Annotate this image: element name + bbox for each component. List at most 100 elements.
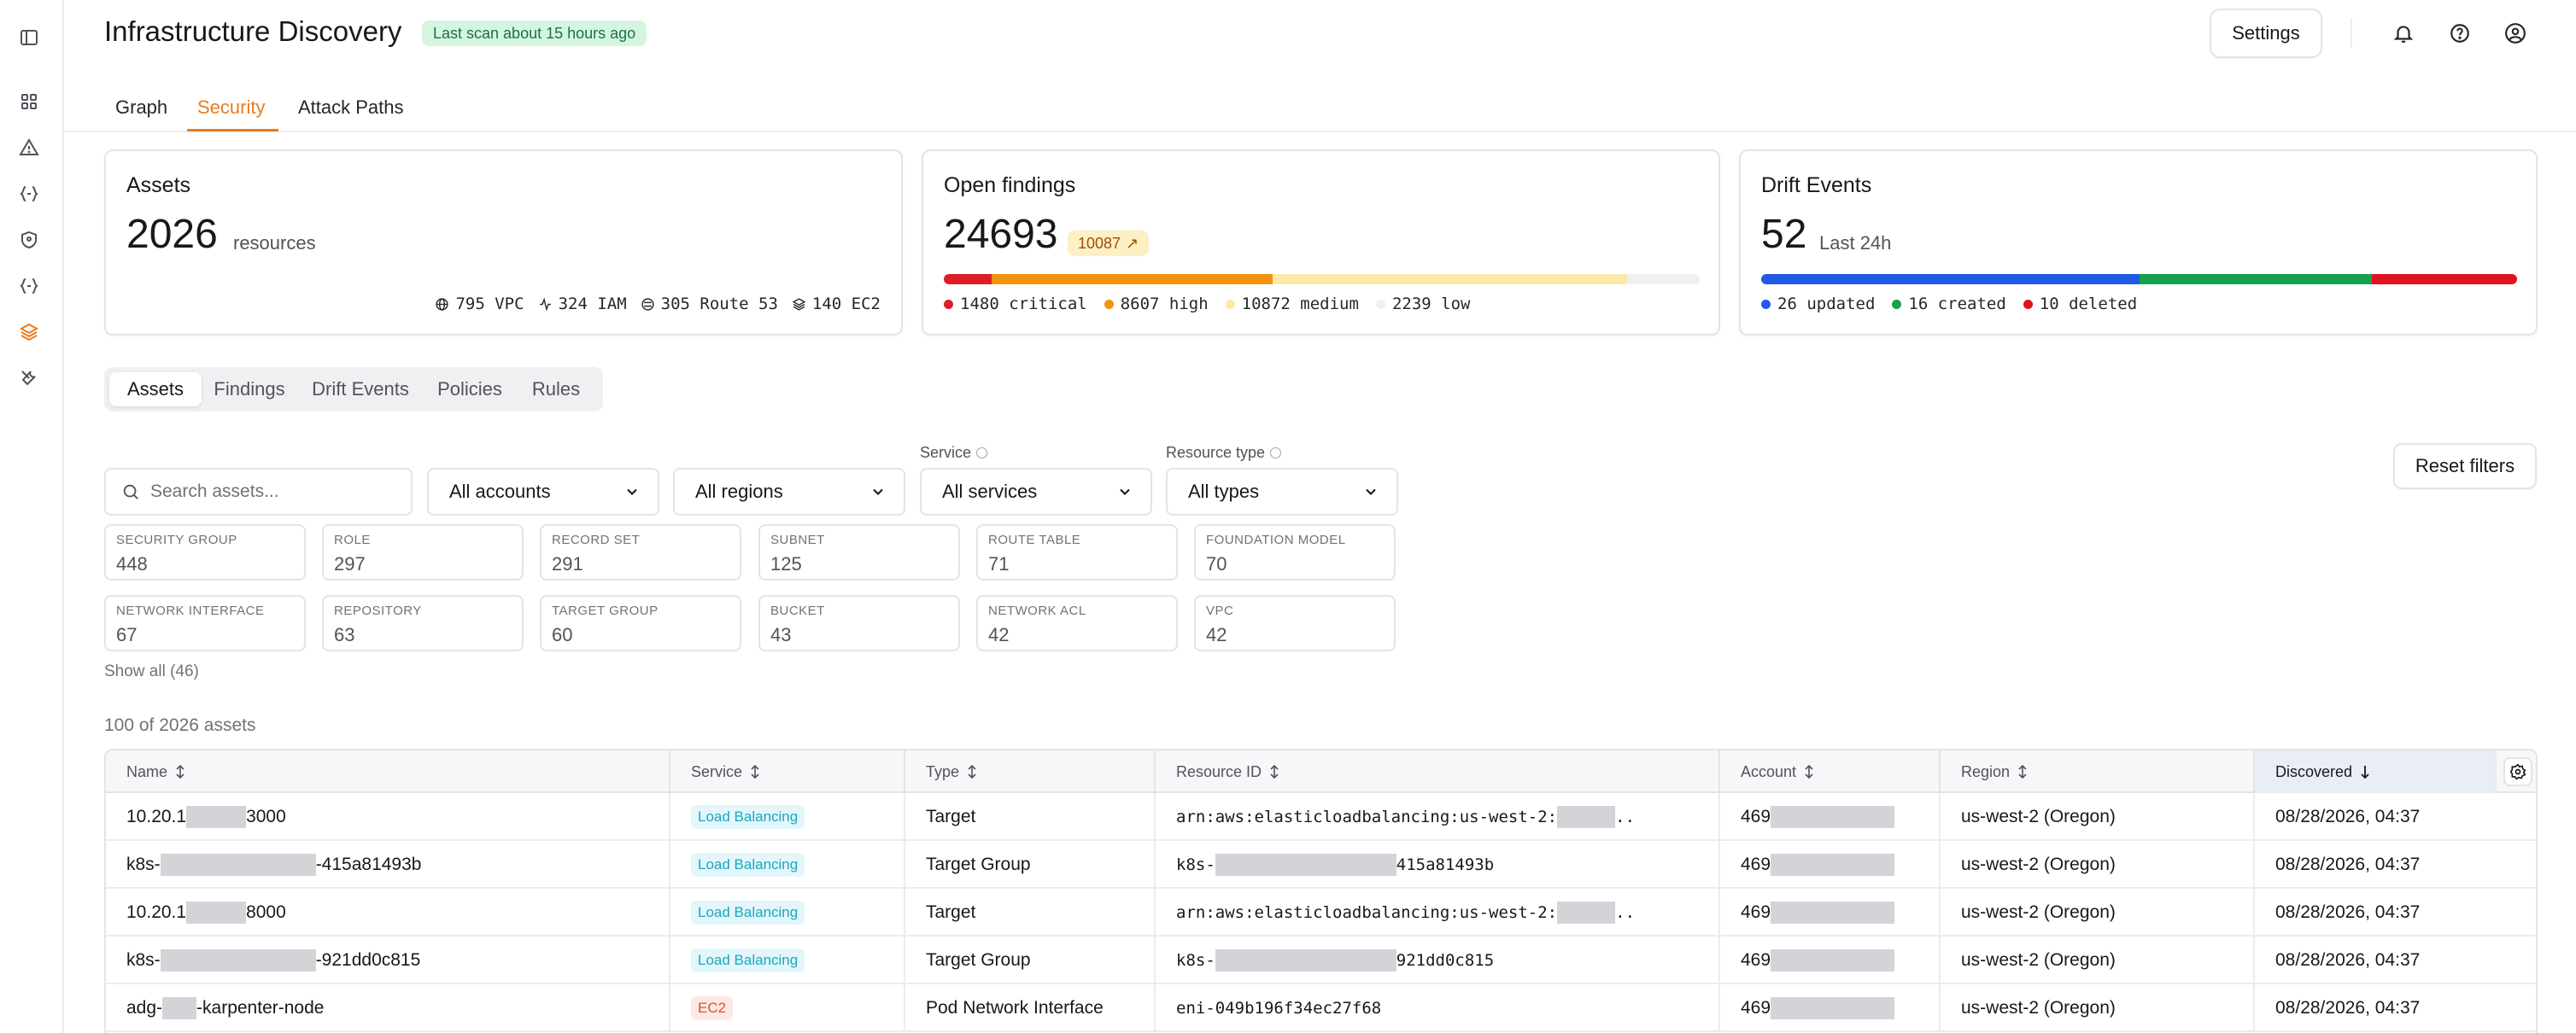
accounts-select[interactable]: All accounts bbox=[427, 468, 659, 516]
subtab-findings[interactable]: Findings bbox=[203, 372, 296, 406]
code-braces-icon[interactable] bbox=[17, 182, 41, 206]
bell-icon[interactable] bbox=[2389, 19, 2418, 48]
tab-attack-paths[interactable]: Attack Paths bbox=[298, 96, 404, 119]
legend-label: 26 updated bbox=[1777, 295, 1876, 313]
help-icon[interactable] bbox=[2445, 19, 2474, 48]
findings-segment bbox=[992, 274, 1273, 284]
cell-name: k8s- -415a81493b bbox=[106, 841, 670, 889]
column-header-resource-id[interactable]: Resource ID bbox=[1156, 750, 1720, 793]
type-tile-vpc[interactable]: VPC 42 bbox=[1194, 595, 1396, 651]
type-tile-network-acl[interactable]: Network ACL 42 bbox=[976, 595, 1178, 651]
redacted-block bbox=[186, 806, 247, 828]
show-all-types-link[interactable]: Show all (46) bbox=[104, 662, 199, 681]
sort-icon bbox=[1270, 765, 1279, 779]
redacted-block bbox=[1771, 806, 1895, 828]
types-select[interactable]: All types bbox=[1166, 468, 1398, 516]
vpc-stat: 795 VPC bbox=[435, 295, 524, 313]
chevron-down-icon bbox=[873, 488, 883, 495]
cell-name: k8s- -921dd0c815 bbox=[106, 937, 670, 984]
cell-discovered: 08/28/2026, 04:37 bbox=[2275, 998, 2421, 1018]
table-row[interactable]: k8s- -921dd0c815 Load Balancing Target Gr… bbox=[106, 937, 2536, 984]
legend-label: 10872 medium bbox=[1241, 295, 1359, 313]
column-header-region[interactable]: Region bbox=[1941, 750, 2255, 793]
redacted-block bbox=[1557, 902, 1616, 924]
cell-region: us-west-2 (Oregon) bbox=[1941, 841, 2255, 889]
tools-icon[interactable] bbox=[17, 366, 41, 390]
code-braces-icon[interactable] bbox=[17, 274, 41, 298]
search-icon bbox=[123, 484, 138, 499]
route53-stat: 305 Route 53 bbox=[641, 295, 778, 313]
column-header-service[interactable]: Service bbox=[670, 750, 905, 793]
cell-service: Load Balancing bbox=[670, 841, 905, 889]
subtab-drift-events[interactable]: Drift Events bbox=[299, 372, 422, 406]
sidebar-toggle-icon[interactable] bbox=[17, 26, 41, 50]
cell-name: adg- -karpenter-node bbox=[106, 984, 670, 1032]
findings-legend-item: 8607 high bbox=[1104, 295, 1209, 313]
findings-count: 24693 bbox=[944, 212, 1058, 257]
findings-trend-badge[interactable]: 10087 ↗ bbox=[1068, 231, 1150, 256]
legend-label: 2239 low bbox=[1391, 295, 1471, 313]
activity-icon bbox=[539, 296, 551, 312]
cell-discovered: 08/28/2026, 04:37 bbox=[2275, 902, 2421, 922]
reset-filters-button[interactable]: Reset filters bbox=[2393, 443, 2537, 489]
legend-label: 10 deleted bbox=[2039, 295, 2138, 313]
redacted-block bbox=[160, 949, 316, 972]
type-tile-subnet[interactable]: Subnet 125 bbox=[758, 524, 960, 581]
settings-button[interactable]: Settings bbox=[2210, 9, 2322, 58]
user-icon[interactable] bbox=[2501, 19, 2530, 48]
drift-count: 52 bbox=[1761, 212, 1807, 257]
legend-dot bbox=[1892, 299, 1902, 309]
tab-security[interactable]: Security bbox=[197, 96, 265, 119]
type-tile-role[interactable]: Role 297 bbox=[322, 524, 524, 581]
type-tile-route-table[interactable]: Route Table 71 bbox=[976, 524, 1178, 581]
search-input[interactable] bbox=[150, 481, 389, 502]
subtab-assets[interactable]: Assets bbox=[109, 372, 202, 406]
search-field[interactable] bbox=[104, 468, 413, 516]
legend-dot bbox=[1104, 299, 1114, 309]
column-header-discovered[interactable]: Discovered bbox=[2255, 750, 2497, 793]
regions-select[interactable]: All regions bbox=[673, 468, 905, 516]
table-row[interactable]: adg- -karpenter-node EC2 Pod Network Inte… bbox=[106, 984, 2536, 1032]
route-icon bbox=[641, 297, 654, 311]
redacted-block bbox=[1771, 949, 1895, 972]
subtab-rules[interactable]: Rules bbox=[516, 372, 596, 406]
shield-icon[interactable] bbox=[17, 228, 41, 252]
cell-account: 469 bbox=[1720, 793, 1941, 841]
cell-name: 10.20.1 3000 bbox=[106, 793, 670, 841]
tab-graph[interactable]: Graph bbox=[115, 96, 167, 119]
type-tile-security-group[interactable]: Security Group 448 bbox=[104, 524, 306, 581]
services-select[interactable]: All services bbox=[920, 468, 1152, 516]
layers-icon[interactable] bbox=[17, 320, 41, 344]
cell-type: Target Group bbox=[905, 937, 1156, 984]
active-tab-indicator bbox=[187, 129, 278, 131]
table-row[interactable]: 10.20.1 3000 Load Balancing Target arn:aw… bbox=[106, 793, 2536, 841]
gear-icon bbox=[2509, 763, 2526, 780]
column-header-type[interactable]: Type bbox=[905, 750, 1156, 793]
type-tile-network-interface[interactable]: Network Interface 67 bbox=[104, 595, 306, 651]
cell-service: Load Balancing bbox=[670, 793, 905, 841]
type-tile-record-set[interactable]: Record Set 291 bbox=[540, 524, 741, 581]
scan-status-badge: Last scan about 15 hours ago bbox=[422, 20, 647, 46]
findings-card: Open findings 24693 10087 ↗ 1480 critica… bbox=[922, 149, 1720, 336]
drift-legend-item: 16 created bbox=[1892, 295, 2006, 313]
cell-type: Pod Network Interface bbox=[905, 984, 1156, 1032]
alert-triangle-icon[interactable] bbox=[17, 136, 41, 160]
column-settings-button[interactable] bbox=[2503, 757, 2532, 786]
assets-card: Assets 2026 resources 795 VPC 324 IAM 30… bbox=[104, 149, 903, 336]
type-tile-foundation-model[interactable]: Foundation Model 70 bbox=[1194, 524, 1396, 581]
legend-dot bbox=[2023, 299, 2033, 309]
table-row[interactable]: k8s- -415a81493b Load Balancing Target Gr… bbox=[106, 841, 2536, 889]
column-header-account[interactable]: Account bbox=[1720, 750, 1941, 793]
table-row[interactable]: 10.20.1 8000 Load Balancing Target arn:aw… bbox=[106, 889, 2536, 937]
cell-resource-id: arn:aws:elasticloadbalancing:us-west-2:.… bbox=[1156, 793, 1720, 841]
subtab-policies[interactable]: Policies bbox=[425, 372, 514, 406]
findings-card-title: Open findings bbox=[944, 173, 1076, 197]
column-header-name[interactable]: Name bbox=[106, 750, 670, 793]
type-tile-repository[interactable]: Repository 63 bbox=[322, 595, 524, 651]
sidebar bbox=[0, 0, 64, 1033]
type-tile-target-group[interactable]: Target Group 60 bbox=[540, 595, 741, 651]
legend-label: 16 created bbox=[1908, 295, 2006, 313]
dashboard-icon[interactable] bbox=[17, 90, 41, 114]
type-tile-bucket[interactable]: Bucket 43 bbox=[758, 595, 960, 651]
cell-discovered: 08/28/2026, 04:37 bbox=[2275, 950, 2421, 970]
